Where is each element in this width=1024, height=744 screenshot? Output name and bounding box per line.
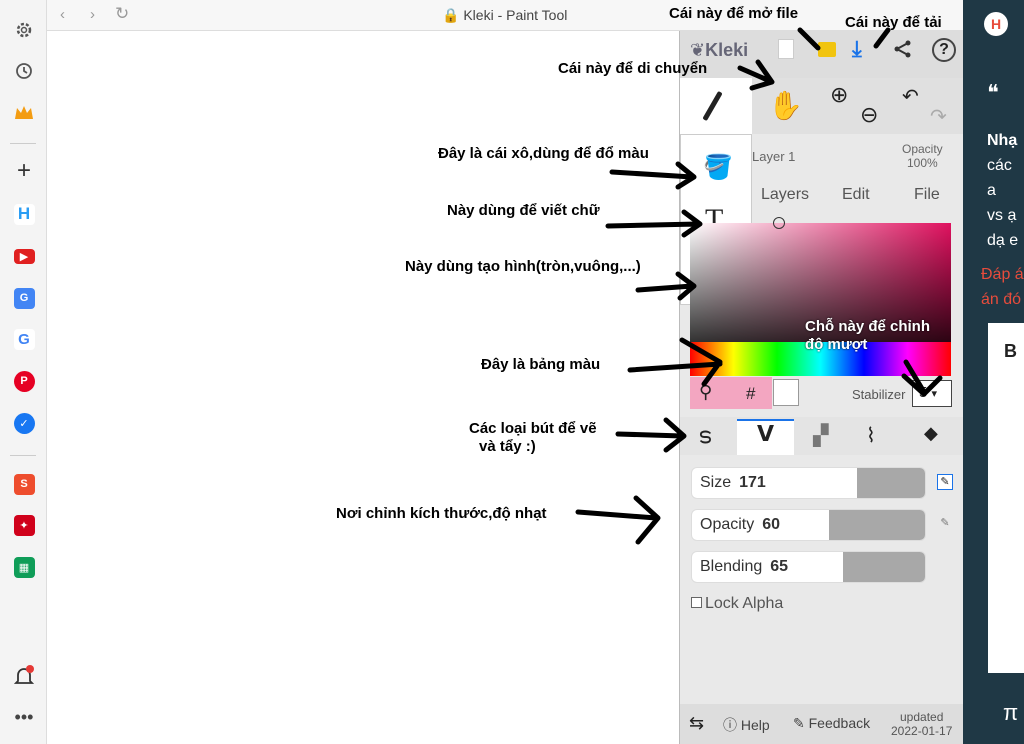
annotation-palette: Đây là bảng màu bbox=[481, 356, 601, 373]
sheets-icon[interactable]: ▦ bbox=[11, 554, 37, 580]
page-title: 🔒 Kleki - Paint Tool bbox=[442, 7, 568, 23]
h-app-icon[interactable]: H bbox=[11, 201, 37, 227]
feedback-button[interactable]: ✎ Feedback bbox=[793, 715, 870, 732]
pixel-brush-icon[interactable]: ⌇ bbox=[866, 423, 876, 448]
annotation-shapes: Này dùng tạo hình(tròn,vuông,...) bbox=[405, 258, 641, 275]
bell-icon[interactable] bbox=[11, 663, 37, 689]
color-cursor[interactable] bbox=[773, 217, 785, 229]
swap-side-icon[interactable]: ⇆ bbox=[689, 713, 704, 734]
annotation-brushes: Các loại bút để vẽ và tẩy :) bbox=[469, 420, 597, 455]
tab-file[interactable]: File bbox=[914, 186, 940, 204]
crown-icon[interactable] bbox=[11, 100, 37, 126]
opacity-pressure-toggle[interactable]: ✎ bbox=[937, 516, 953, 532]
forward-icon[interactable]: › bbox=[90, 6, 95, 23]
browser-toolbar: ‹ › ↻ 🔒 Kleki - Paint Tool bbox=[47, 0, 963, 31]
hex-input-button[interactable]: # bbox=[746, 384, 755, 404]
layer-opacity: Opacity 100% bbox=[902, 142, 943, 170]
lock-alpha-checkbox[interactable] bbox=[691, 597, 702, 608]
blend-brush-icon[interactable]: ᐯ bbox=[737, 419, 794, 455]
drawing-canvas[interactable] bbox=[47, 31, 679, 744]
reload-icon[interactable]: ↻ bbox=[115, 4, 129, 24]
new-image-icon[interactable] bbox=[778, 39, 794, 59]
quote-icon: ❝ bbox=[987, 80, 999, 105]
lock-icon: 🔒 bbox=[442, 7, 460, 23]
help-button[interactable]: ⓘ Help bbox=[723, 715, 770, 735]
sale-icon[interactable]: ✦ bbox=[11, 512, 37, 538]
kleki-bird-icon: ❦ bbox=[690, 40, 706, 60]
annotation-open-file: Cái này để mở file bbox=[669, 5, 799, 22]
annotation-move: Cái này để di chuyển bbox=[558, 60, 708, 77]
share-icon[interactable] bbox=[893, 39, 913, 64]
zoom-out-icon[interactable]: ⊖ bbox=[860, 102, 878, 128]
size-slider-fill bbox=[857, 468, 925, 498]
tab-layers[interactable]: Layers bbox=[761, 186, 809, 204]
stabilizer-label: Stabilizer bbox=[852, 387, 906, 402]
question-icon: ⓘ bbox=[723, 717, 737, 733]
messenger-icon[interactable]: ✓ bbox=[11, 410, 37, 436]
annotation-text: Này dùng để viết chữ bbox=[447, 202, 600, 219]
translate-icon[interactable]: G bbox=[11, 285, 37, 311]
annotation-download: Cái này để tải bbox=[845, 14, 942, 31]
chevron-down-icon: ▾ bbox=[931, 388, 938, 400]
opacity-slider-fill bbox=[829, 510, 925, 540]
side-text: Nhạ các a vs ạ dạ e bbox=[987, 132, 1019, 249]
youtube-icon[interactable]: ▶ bbox=[11, 243, 37, 269]
plus-icon[interactable]: + bbox=[11, 157, 37, 184]
history-icon[interactable] bbox=[11, 58, 37, 84]
size-slider[interactable]: Size 171 bbox=[691, 467, 926, 499]
layer-name: Layer 1 bbox=[752, 149, 796, 164]
help-icon[interactable]: ? bbox=[932, 38, 956, 62]
eyedropper-icon[interactable]: ⚲ bbox=[699, 382, 712, 403]
secondary-color-swatch[interactable] bbox=[773, 379, 799, 406]
download-icon[interactable]: ⤓ bbox=[852, 36, 862, 62]
updated-info: updated 2022-01-17 bbox=[891, 710, 953, 738]
open-folder-icon[interactable] bbox=[818, 42, 836, 57]
brush-icon bbox=[702, 90, 723, 122]
google-icon[interactable]: G bbox=[11, 326, 37, 352]
blending-slider[interactable]: Blending 65 bbox=[691, 551, 926, 583]
redo-icon[interactable]: ↷ bbox=[930, 104, 947, 129]
more-icon[interactable]: ••• bbox=[11, 704, 37, 730]
pi-icon: π bbox=[1003, 700, 1019, 725]
pinterest-icon[interactable]: P bbox=[11, 368, 37, 394]
browser-sidebar: + H ▶ G G P ✓ S ✦ ▦ ••• bbox=[0, 0, 47, 744]
side-answer: Đáp á án đó bbox=[981, 266, 1024, 308]
annotation-stabilizer: Chỗ này để chỉnh độ mượt bbox=[805, 318, 931, 353]
lock-alpha[interactable]: Lock Alpha bbox=[691, 595, 783, 613]
back-icon[interactable]: ‹ bbox=[60, 6, 65, 23]
annotation-size: Nơi chỉnh kích thước,độ nhạt bbox=[336, 505, 547, 522]
side-card: B bbox=[988, 323, 1024, 673]
tab-edit[interactable]: Edit bbox=[842, 186, 870, 204]
feedback-icon: ✎ bbox=[793, 715, 805, 731]
side-page-panel: H ❝ Nhạ các a vs ạ dạ e Đáp á án đó B π bbox=[963, 0, 1024, 744]
paint-bucket-icon[interactable]: 🪣 bbox=[703, 153, 733, 182]
sketchy-brush-icon[interactable]: ▞ bbox=[813, 423, 828, 448]
size-pressure-toggle[interactable]: ✎ bbox=[937, 474, 953, 490]
kleki-panel: ❦Kleki ⤓ ? ✋ ⊕ ⊖ ↶ ↷ 🪣 T Layer 1 Opacity… bbox=[679, 31, 964, 744]
stabilizer-select[interactable]: 5 ▾ bbox=[912, 380, 952, 407]
opacity-slider[interactable]: Opacity 60 bbox=[691, 509, 926, 541]
h-logo-icon: H bbox=[984, 12, 1008, 36]
kleki-logo: ❦Kleki bbox=[690, 40, 749, 60]
pen-brush-icon[interactable]: ട bbox=[698, 423, 711, 449]
blending-slider-fill bbox=[843, 552, 925, 582]
brush-tool[interactable] bbox=[680, 78, 752, 134]
hand-icon[interactable]: ✋ bbox=[768, 89, 803, 122]
zoom-in-icon[interactable]: ⊕ bbox=[830, 82, 848, 108]
gear-icon[interactable] bbox=[11, 17, 37, 43]
shopee-icon[interactable]: S bbox=[11, 471, 37, 497]
undo-icon[interactable]: ↶ bbox=[902, 84, 919, 109]
annotation-bucket: Đây là cái xô,dùng để đổ màu bbox=[438, 145, 649, 162]
eraser-icon[interactable]: ◆ bbox=[924, 423, 938, 444]
